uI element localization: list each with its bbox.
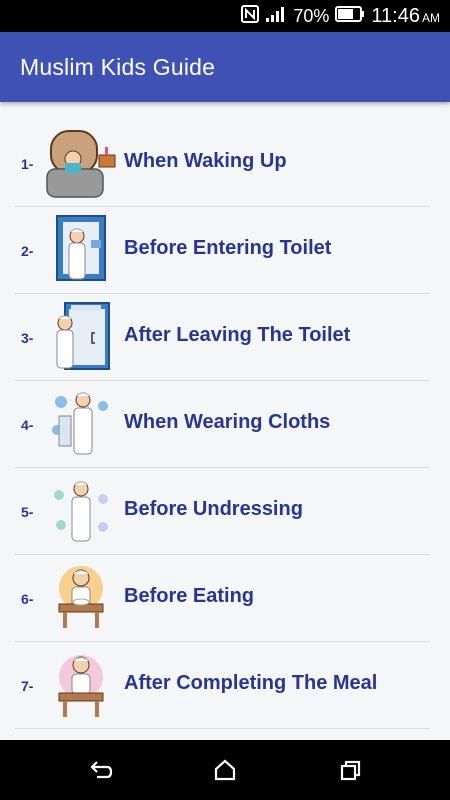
- list-item-wearing-clothes[interactable]: 4- When Wearing Cloths: [15, 381, 430, 468]
- recents-icon[interactable]: [335, 755, 365, 785]
- clock-ampm: AM: [422, 10, 440, 25]
- item-label: When Wearing Cloths: [124, 411, 331, 433]
- navigation-bar: [0, 740, 450, 800]
- wearing-clothes-illustration: [45, 386, 117, 462]
- battery-icon: [335, 5, 365, 27]
- entering-toilet-illustration: [45, 212, 117, 288]
- list-item-after-meal[interactable]: 7- After Completing The Meal: [15, 642, 430, 729]
- item-number: 2-: [21, 243, 34, 259]
- item-label: When Waking Up: [124, 150, 287, 172]
- battery-percent: 70%: [293, 5, 330, 26]
- app-title: Muslim Kids Guide: [20, 54, 216, 80]
- home-icon[interactable]: [210, 755, 240, 785]
- signal-icon: [265, 5, 287, 28]
- list-item-entering-toilet[interactable]: 2- Before Entering Toilet: [15, 207, 430, 294]
- item-label: Before Undressing: [124, 498, 303, 520]
- clock-time: 11:46: [371, 4, 420, 27]
- item-label: Before Entering Toilet: [124, 237, 332, 259]
- waking-up-illustration: [45, 125, 117, 201]
- eating-illustration: [45, 560, 117, 636]
- nfc-icon: [241, 4, 260, 28]
- app-bar: Muslim Kids Guide: [0, 32, 450, 102]
- item-label: After Completing The Meal: [124, 672, 378, 694]
- item-number: 4-: [21, 417, 34, 433]
- list-item-leaving-toilet[interactable]: 3- After Leaving The Toilet: [15, 294, 430, 381]
- item-number: 6-: [21, 591, 34, 607]
- item-number: 7-: [21, 678, 34, 694]
- item-number: 1-: [21, 156, 34, 172]
- back-icon[interactable]: [85, 755, 115, 785]
- after-meal-illustration: [45, 647, 117, 723]
- undressing-illustration: [45, 473, 117, 549]
- status-bar: 70% 11:46 AM: [0, 0, 450, 32]
- item-label: Before Eating: [124, 585, 255, 607]
- item-label: After Leaving The Toilet: [124, 324, 351, 346]
- leaving-toilet-illustration: [45, 299, 117, 375]
- dua-list: 1- When Waking Up 2- Before Entering Toi…: [15, 120, 430, 729]
- item-number: 3-: [21, 330, 34, 346]
- list-item-eating[interactable]: 6- Before Eating: [15, 555, 430, 642]
- item-number: 5-: [21, 504, 34, 520]
- list-item-undressing[interactable]: 5- Before Undressing: [15, 468, 430, 555]
- list-item-waking-up[interactable]: 1- When Waking Up: [15, 120, 430, 207]
